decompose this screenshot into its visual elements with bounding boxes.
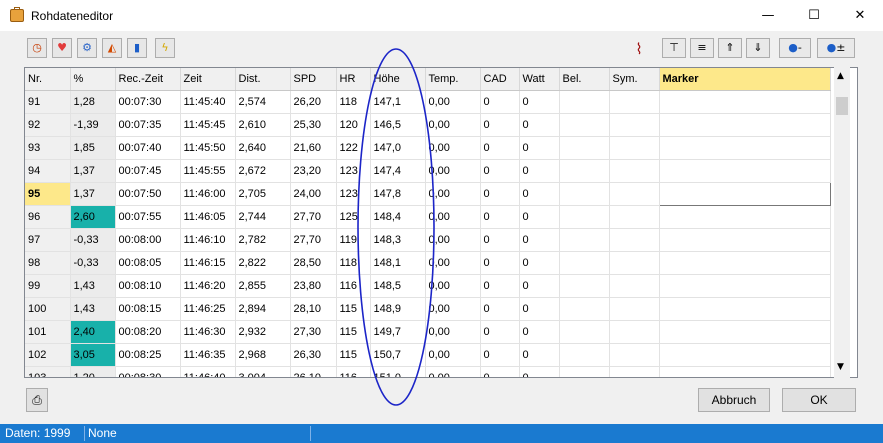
status-bar: Daten: 1999 None (0, 424, 883, 443)
printer-icon: ⎙ (32, 393, 42, 407)
status-mode: None (88, 426, 117, 440)
data-count: Daten: 1999 (5, 426, 71, 440)
annotation-ellipse-overlay (357, 48, 435, 406)
ok-button[interactable]: OK (782, 388, 856, 412)
cancel-button[interactable]: Abbruch (698, 388, 770, 412)
annotation-ellipse (357, 48, 435, 406)
print-button[interactable]: ⎙ (26, 388, 48, 412)
